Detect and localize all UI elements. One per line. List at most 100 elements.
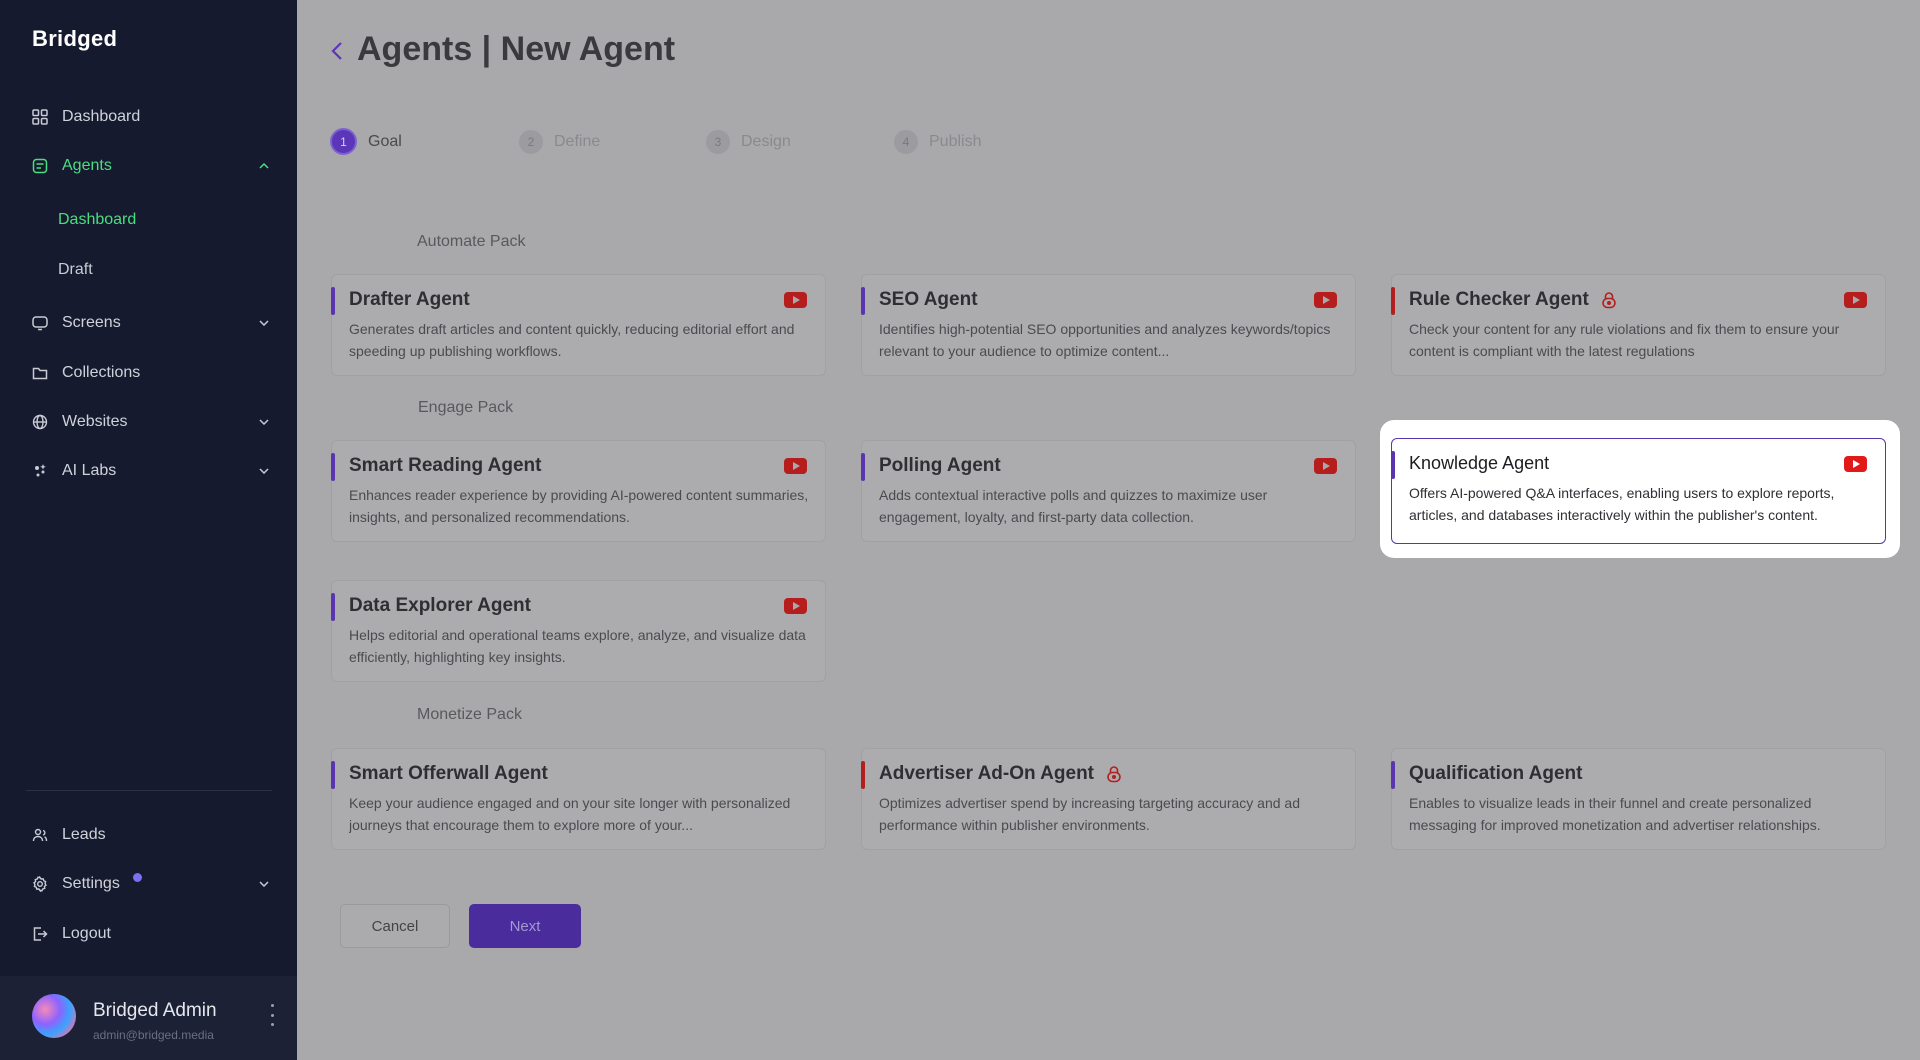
card-title: Smart Offerwall Agent bbox=[349, 763, 548, 784]
step-number: 4 bbox=[894, 130, 918, 154]
sidebar-divider bbox=[26, 790, 272, 791]
youtube-icon[interactable] bbox=[784, 292, 807, 308]
card-description: Check your content for any rule violatio… bbox=[1409, 321, 1840, 359]
grid-icon bbox=[30, 107, 50, 127]
logo[interactable]: Bridged bbox=[32, 26, 117, 52]
sidebar-item-leads[interactable]: Leads bbox=[30, 821, 272, 849]
card-accent bbox=[861, 287, 865, 315]
sidebar-item-websites[interactable]: Websites bbox=[30, 408, 272, 436]
sidebar-item-label: Settings bbox=[62, 875, 120, 892]
card-accent bbox=[1391, 761, 1395, 789]
notification-dot bbox=[133, 873, 142, 882]
card-title: Smart Reading Agent bbox=[349, 455, 542, 476]
card-accent bbox=[1391, 451, 1395, 479]
sidebar: Bridged Dashboard Agents Dashboard Draft… bbox=[0, 0, 297, 1060]
sidebar-subitem-dashboard[interactable]: Dashboard bbox=[58, 211, 136, 229]
step-design[interactable]: 3 Design bbox=[706, 130, 791, 154]
sidebar-item-screens[interactable]: Screens bbox=[30, 309, 272, 337]
card-title: Qualification Agent bbox=[1409, 763, 1583, 784]
card-accent bbox=[861, 761, 865, 789]
chevron-down-icon[interactable] bbox=[256, 414, 272, 430]
sidebar-item-agents[interactable]: Agents bbox=[30, 152, 272, 180]
ai-labs-icon bbox=[30, 461, 50, 481]
sidebar-item-label: Dashboard bbox=[62, 108, 141, 125]
pack-title-monetize: Monetize Pack bbox=[417, 706, 522, 723]
card-title: Rule Checker Agent bbox=[1409, 289, 1619, 311]
sidebar-item-collections[interactable]: Collections bbox=[30, 359, 272, 387]
sidebar-item-settings[interactable]: Settings bbox=[30, 870, 272, 898]
card-description: Offers AI-powered Q&A interfaces, enabli… bbox=[1409, 485, 1835, 523]
page-title: Agents | New Agent bbox=[357, 30, 676, 68]
user-profile[interactable]: Bridged Admin admin@bridged.media bbox=[0, 976, 297, 1060]
agent-card-rule-checker[interactable]: Rule Checker Agent Check your content fo… bbox=[1391, 274, 1886, 376]
gear-icon bbox=[30, 874, 50, 894]
step-number: 1 bbox=[330, 128, 357, 155]
youtube-icon[interactable] bbox=[1314, 458, 1337, 474]
sidebar-item-label: Logout bbox=[62, 925, 111, 942]
step-number: 2 bbox=[519, 130, 543, 154]
youtube-icon[interactable] bbox=[1844, 456, 1867, 472]
sidebar-item-label: Screens bbox=[62, 314, 121, 331]
step-label: Publish bbox=[929, 133, 982, 150]
sidebar-item-label: Agents bbox=[62, 157, 112, 174]
step-number: 3 bbox=[706, 130, 730, 154]
logout-icon bbox=[30, 924, 50, 944]
globe-icon bbox=[30, 412, 50, 432]
card-description: Identifies high-potential SEO opportunit… bbox=[879, 321, 1331, 359]
back-button[interactable] bbox=[331, 38, 351, 64]
sidebar-item-dashboard[interactable]: Dashboard bbox=[30, 103, 272, 131]
youtube-icon[interactable] bbox=[1844, 292, 1867, 308]
step-define[interactable]: 2 Define bbox=[519, 130, 600, 154]
card-title: Polling Agent bbox=[879, 455, 1001, 476]
step-goal[interactable]: 1 Goal bbox=[330, 128, 402, 155]
next-button[interactable]: Next bbox=[469, 904, 581, 948]
card-description: Adds contextual interactive polls and qu… bbox=[879, 487, 1268, 525]
card-description: Enables to visualize leads in their funn… bbox=[1409, 795, 1821, 833]
agent-card-knowledge[interactable]: Knowledge Agent Offers AI-powered Q&A in… bbox=[1391, 438, 1886, 544]
user-name: Bridged Admin bbox=[93, 1000, 217, 1021]
step-label: Design bbox=[741, 133, 791, 150]
user-email: admin@bridged.media bbox=[93, 1028, 214, 1042]
chevron-down-icon[interactable] bbox=[256, 315, 272, 331]
youtube-icon[interactable] bbox=[1314, 292, 1337, 308]
youtube-icon[interactable] bbox=[784, 598, 807, 614]
chevron-down-icon[interactable] bbox=[256, 876, 272, 892]
chevron-up-icon[interactable] bbox=[256, 158, 272, 174]
card-accent bbox=[331, 593, 335, 621]
cancel-button[interactable]: Cancel bbox=[340, 904, 450, 948]
agent-card-polling[interactable]: Polling Agent Adds contextual interactiv… bbox=[861, 440, 1356, 542]
agent-card-drafter[interactable]: Drafter Agent Generates draft articles a… bbox=[331, 274, 826, 376]
card-title: Drafter Agent bbox=[349, 289, 470, 310]
youtube-icon[interactable] bbox=[784, 458, 807, 474]
screen-icon bbox=[30, 313, 50, 333]
agent-card-advertiser-ad-on[interactable]: Advertiser Ad-On Agent Optimizes adverti… bbox=[861, 748, 1356, 850]
card-title: Data Explorer Agent bbox=[349, 595, 531, 616]
leads-icon bbox=[30, 825, 50, 845]
sidebar-item-logout[interactable]: Logout bbox=[30, 920, 272, 948]
avatar bbox=[32, 994, 76, 1038]
card-accent bbox=[331, 453, 335, 481]
sidebar-subitem-draft[interactable]: Draft bbox=[58, 261, 93, 279]
folder-icon bbox=[30, 363, 50, 383]
card-description: Helps editorial and operational teams ex… bbox=[349, 627, 806, 665]
main-content: Agents | New Agent 1 Goal 2 Define 3 Des… bbox=[297, 0, 1920, 1060]
sidebar-item-ai-labs[interactable]: AI Labs bbox=[30, 457, 272, 485]
agent-card-data-explorer[interactable]: Data Explorer Agent Helps editorial and … bbox=[331, 580, 826, 682]
card-title: Advertiser Ad-On Agent bbox=[879, 763, 1124, 785]
step-label: Define bbox=[554, 133, 601, 150]
card-accent bbox=[861, 453, 865, 481]
card-description: Enhances reader experience by providing … bbox=[349, 487, 809, 525]
agent-card-qualification[interactable]: Qualification Agent Enables to visualize… bbox=[1391, 748, 1886, 850]
step-publish[interactable]: 4 Publish bbox=[894, 130, 981, 154]
agent-card-seo[interactable]: SEO Agent Identifies high-potential SEO … bbox=[861, 274, 1356, 376]
more-vertical-icon[interactable] bbox=[268, 1004, 276, 1026]
chevron-down-icon[interactable] bbox=[256, 463, 272, 479]
sidebar-item-label: Websites bbox=[62, 413, 128, 430]
agent-card-smart-reading[interactable]: Smart Reading Agent Enhances reader expe… bbox=[331, 440, 826, 542]
agents-icon bbox=[30, 156, 50, 176]
card-description: Generates draft articles and content qui… bbox=[349, 321, 795, 359]
sidebar-item-label: AI Labs bbox=[62, 462, 117, 479]
agent-card-smart-offerwall[interactable]: Smart Offerwall Agent Keep your audience… bbox=[331, 748, 826, 850]
step-label: Goal bbox=[368, 132, 402, 150]
card-accent bbox=[331, 287, 335, 315]
